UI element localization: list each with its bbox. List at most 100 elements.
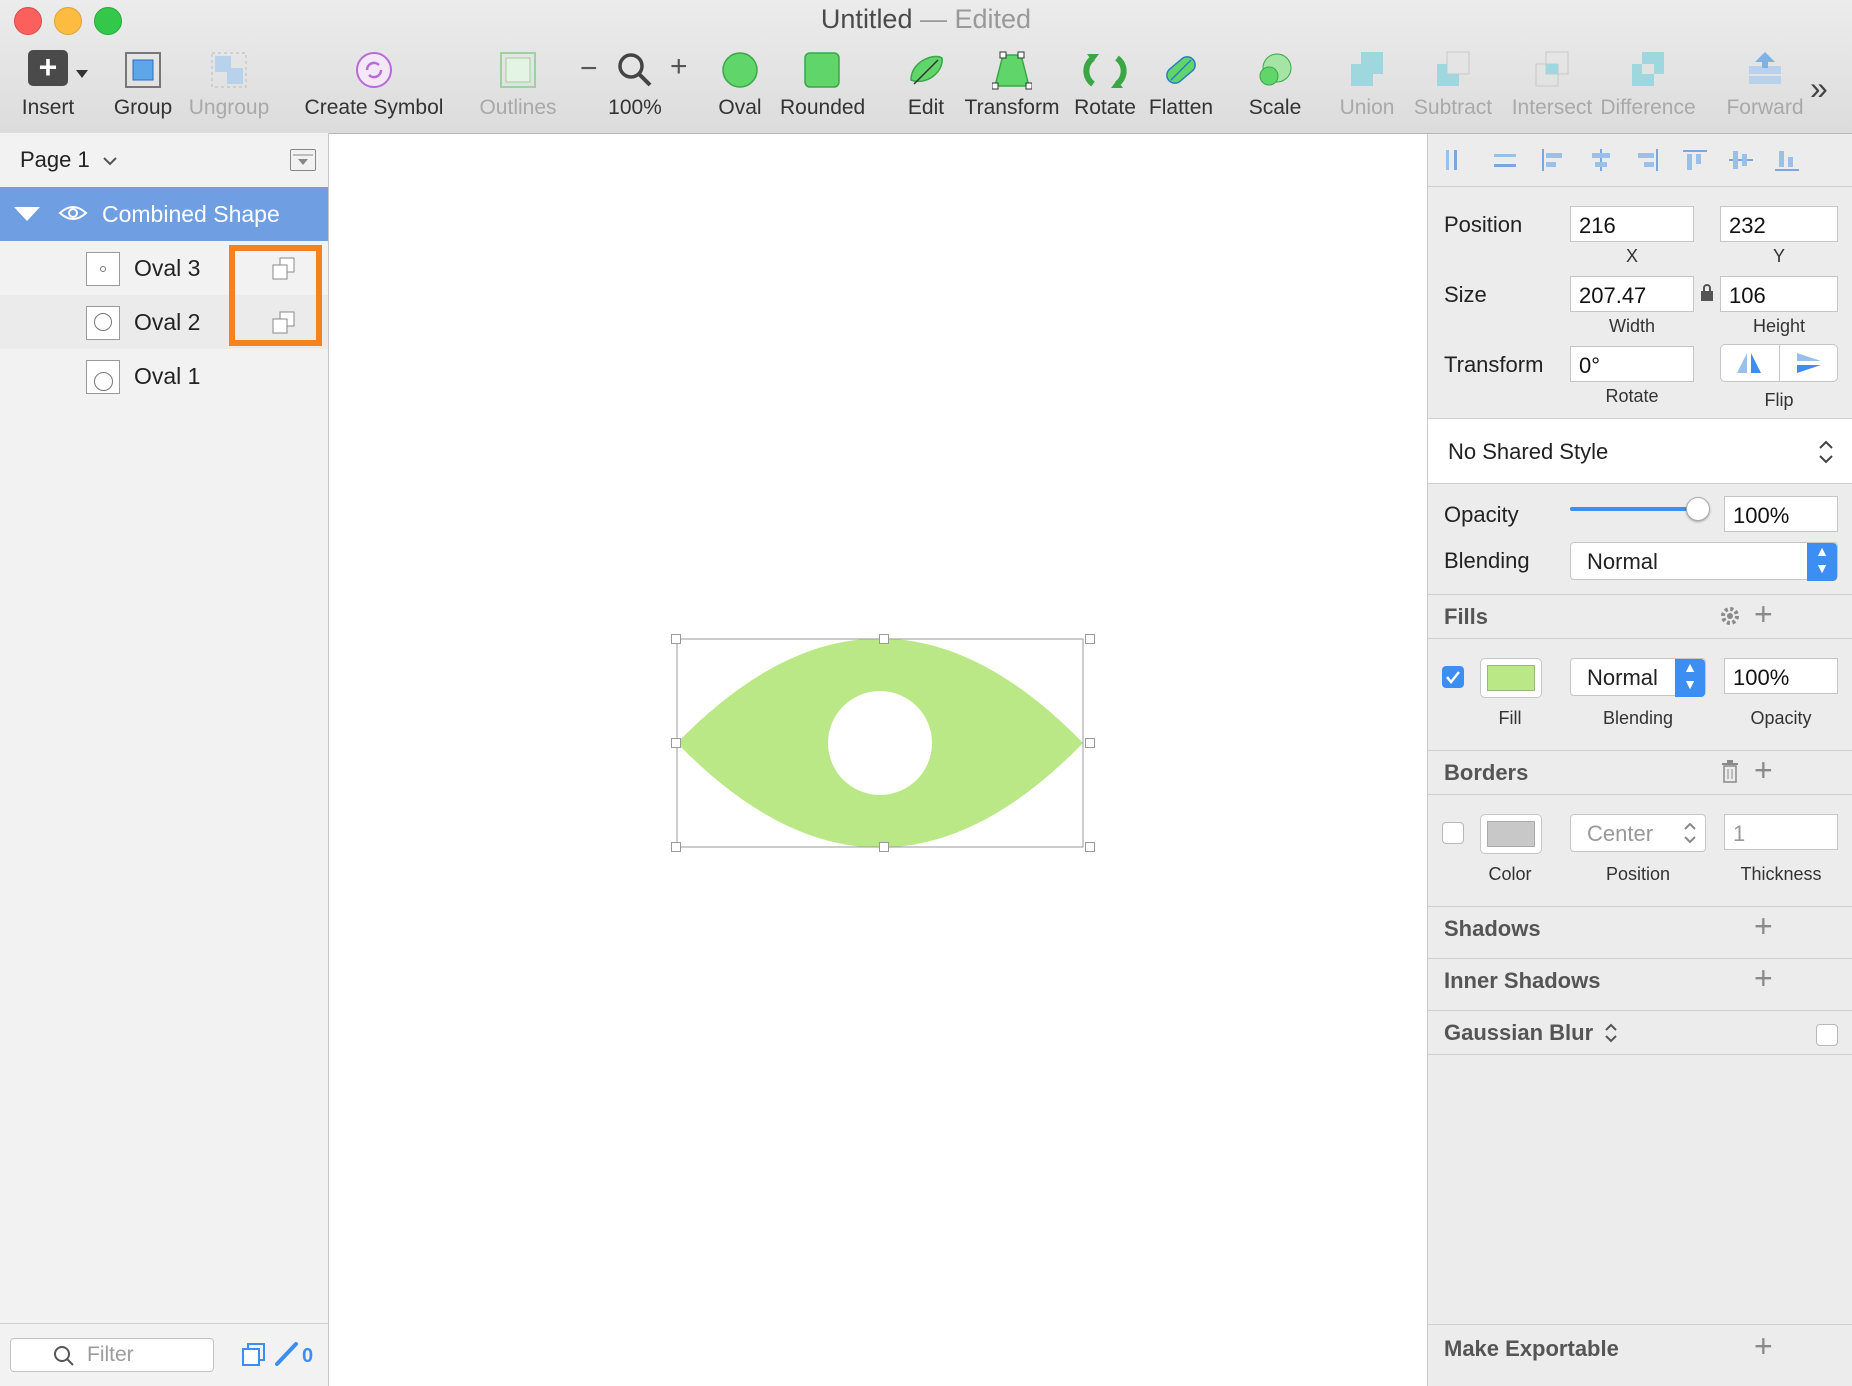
resize-handle-bottom[interactable] [879,842,889,852]
group-icon [123,50,163,96]
pages-toggle-button[interactable] [290,149,316,171]
border-color-well[interactable] [1480,814,1542,854]
subtract-button[interactable]: Subtract [1408,44,1498,124]
group-button[interactable]: Group [108,44,178,124]
align-right-icon[interactable] [1634,148,1660,172]
fill-enabled-checkbox[interactable] [1442,666,1464,688]
filter-input[interactable]: Filter [10,1338,214,1372]
canvas[interactable] [329,134,1427,1386]
union-label: Union [1339,96,1395,119]
align-top-icon[interactable] [1682,148,1708,172]
rounded-label: Rounded [780,96,866,119]
resize-handle-right[interactable] [1085,738,1095,748]
flatten-label: Flatten [1148,96,1214,119]
border-enabled-checkbox[interactable] [1442,822,1464,844]
intersect-button[interactable]: Intersect [1502,44,1602,124]
rotate-input[interactable]: 0° [1570,346,1694,382]
border-position-select[interactable]: Center [1570,814,1706,852]
resize-handle-left[interactable] [671,738,681,748]
zoom-out-button[interactable]: − [580,52,598,86]
combined-shape[interactable] [673,636,1087,850]
zoom-in-button[interactable]: + [670,50,688,84]
gaussian-blur-checkbox[interactable] [1816,1024,1838,1046]
slider-knob[interactable] [1686,497,1710,521]
rounded-button[interactable]: Rounded [780,44,866,124]
layer-oval-1[interactable]: Oval 1 [0,349,328,403]
position-y-input[interactable]: 232 [1720,206,1838,242]
gear-icon[interactable] [1718,604,1742,628]
filter-placeholder: Filter [87,1343,134,1366]
artboards-filter-icon[interactable] [242,1343,266,1367]
flip-vertical-icon[interactable] [1795,351,1823,375]
fill-blending-stepper-icon: ▲ ▼ [1675,659,1705,697]
rotate-button[interactable]: Rotate [1070,44,1140,124]
union-button[interactable]: Union [1334,44,1400,124]
align-left-icon[interactable] [1540,148,1566,172]
rotate-label: Rotate [1074,96,1136,119]
fill-color-well[interactable] [1480,658,1542,698]
fill-blending-select[interactable]: Normal ▲ ▼ [1570,658,1706,697]
resize-handle-top-right[interactable] [1085,634,1095,644]
resize-handle-top[interactable] [879,634,889,644]
disclosure-triangle-icon[interactable] [14,205,40,223]
outlines-button[interactable]: Outlines [470,44,566,124]
forward-label: Forward [1726,96,1804,119]
flatten-icon [1161,50,1201,96]
intersect-icon [1532,50,1572,96]
scale-icon [1255,50,1295,96]
resize-handle-bottom-right[interactable] [1085,842,1095,852]
toolbar-overflow-button[interactable]: » [1810,70,1828,107]
ungroup-button[interactable]: Ungroup [184,44,274,124]
toolbar: Untitled — Edited + Insert Group Ungroup… [0,0,1852,134]
flip-horizontal-icon[interactable] [1735,351,1763,375]
magnifier-icon [615,50,655,96]
sidebar-divider [0,1323,328,1324]
forward-button[interactable]: Forward [1722,44,1808,124]
lock-icon[interactable] [1700,284,1714,302]
document-status: Edited [954,4,1032,34]
group-label: Group [113,96,173,119]
insert-button[interactable]: + Insert [8,44,88,124]
fill-opacity-input[interactable]: 100% [1724,658,1838,694]
fill-blending-caption: Blending [1602,708,1674,728]
add-shadow-button[interactable]: + [1754,910,1773,942]
opacity-slider[interactable] [1570,494,1710,524]
opacity-input[interactable]: 100% [1724,496,1838,532]
oval-button[interactable]: Oval [710,44,770,124]
border-thickness-input[interactable]: 1 [1724,814,1838,850]
position-x-input[interactable]: 216 [1570,206,1694,242]
align-vertical-center-icon[interactable] [1728,148,1754,172]
distribute-horizontal-icon[interactable] [1444,148,1468,172]
resize-handle-top-left[interactable] [671,634,681,644]
add-inner-shadow-button[interactable]: + [1754,962,1773,994]
chevron-down-icon [103,157,117,166]
y-caption: Y [1772,246,1785,266]
trash-icon[interactable] [1720,760,1740,784]
blending-select[interactable]: Normal ▲ ▼ [1570,542,1838,581]
edit-button[interactable]: Edit [896,44,956,124]
difference-button[interactable]: Difference [1598,44,1698,124]
height-caption: Height [1752,316,1806,336]
border-color-swatch [1487,821,1535,847]
page-selector[interactable]: Page 1 [20,147,118,173]
create-symbol-button[interactable]: Create Symbol [298,44,450,124]
shared-style-select[interactable]: No Shared Style [1428,419,1852,483]
transform-button[interactable]: Transform [964,44,1060,124]
distribute-vertical-icon[interactable] [1492,148,1518,172]
make-exportable-button[interactable]: + [1754,1330,1773,1362]
scale-button[interactable]: Scale [1240,44,1310,124]
width-input[interactable]: 207.47 [1570,276,1694,312]
align-bottom-icon[interactable] [1774,148,1800,172]
gaussian-blur-header: Gaussian Blur [1444,1020,1594,1045]
gaussian-blur-select[interactable]: Gaussian Blur [1444,1020,1618,1046]
add-fill-button[interactable]: + [1754,598,1773,630]
resize-handle-bottom-left[interactable] [671,842,681,852]
flatten-button[interactable]: Flatten [1146,44,1216,124]
up-down-chevron-icon [1604,1023,1617,1043]
align-horizontal-center-icon[interactable] [1588,148,1614,172]
height-input[interactable]: 106 [1720,276,1838,312]
edited-layers-brush-icon[interactable] [274,1341,300,1367]
add-border-button[interactable]: + [1754,754,1773,786]
layer-combined-shape[interactable]: Combined Shape [0,187,328,241]
search-icon [54,1346,74,1366]
